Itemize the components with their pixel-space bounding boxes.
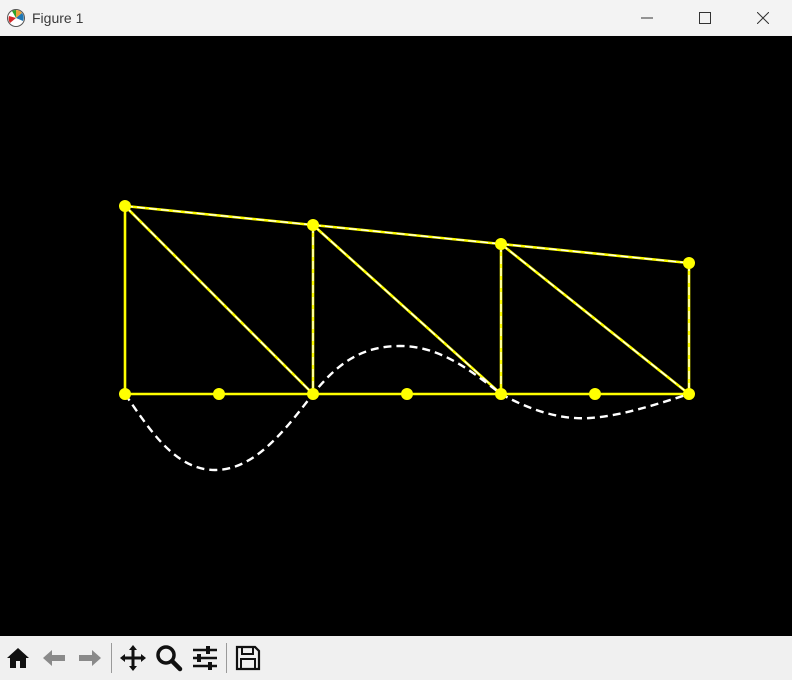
truss-node	[119, 388, 131, 400]
pan-button[interactable]	[115, 640, 151, 676]
zoom-button[interactable]	[151, 640, 187, 676]
pan-icon	[120, 645, 146, 671]
truss-plot	[119, 200, 695, 472]
back-button[interactable]	[36, 640, 72, 676]
minimize-icon	[641, 17, 653, 18]
figure-canvas[interactable]	[0, 36, 792, 636]
truss-node	[683, 388, 695, 400]
member-overlay-line	[500, 243, 690, 395]
back-icon	[43, 650, 65, 666]
truss-node	[307, 219, 319, 231]
title-bar: Figure 1	[0, 0, 792, 35]
navigation-toolbar	[0, 636, 792, 680]
forward-icon	[79, 650, 101, 666]
home-icon	[7, 648, 29, 668]
home-button[interactable]	[0, 640, 36, 676]
truss-node	[683, 257, 695, 269]
toolbar-separator	[111, 643, 112, 673]
truss-node	[307, 388, 319, 400]
save-icon	[235, 645, 261, 671]
truss-node	[401, 388, 413, 400]
truss-node	[213, 388, 225, 400]
close-icon	[757, 11, 769, 24]
close-button[interactable]	[734, 0, 792, 35]
configure-subplots-icon	[193, 646, 217, 670]
deflected-shape-curve	[124, 344, 690, 472]
minimize-button[interactable]	[618, 0, 676, 35]
configure-subplots-button[interactable]	[187, 640, 223, 676]
truss-node	[119, 200, 131, 212]
maximize-button[interactable]	[676, 0, 734, 35]
save-button[interactable]	[230, 640, 266, 676]
matplotlib-icon	[5, 7, 27, 29]
window-title: Figure 1	[32, 9, 84, 26]
truss-node	[589, 388, 601, 400]
truss-node	[495, 388, 507, 400]
truss-node	[495, 238, 507, 250]
forward-button[interactable]	[72, 640, 108, 676]
maximize-icon	[699, 11, 711, 24]
zoom-icon	[156, 645, 183, 672]
toolbar-separator	[226, 643, 227, 673]
